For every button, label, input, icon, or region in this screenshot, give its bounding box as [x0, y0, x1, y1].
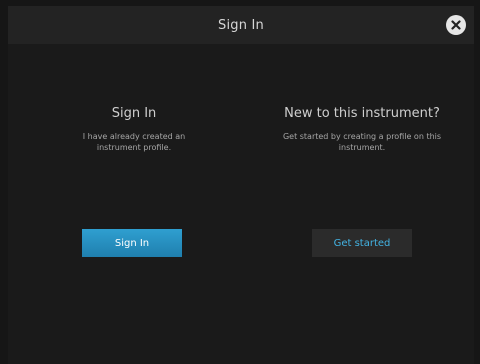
- close-button[interactable]: [446, 15, 466, 35]
- sign-in-section: Sign In I have already created an instru…: [34, 106, 234, 153]
- sign-in-dialog: Sign In Sign In I have already created a…: [0, 0, 480, 364]
- dialog-body: Sign In I have already created an instru…: [8, 44, 474, 364]
- new-user-heading: New to this instrument?: [284, 106, 440, 121]
- new-user-section: New to this instrument? Get started by c…: [262, 106, 462, 153]
- new-user-description: Get started by creating a profile on thi…: [282, 132, 442, 152]
- sign-in-button[interactable]: Sign In: [82, 229, 182, 257]
- sign-in-heading: Sign In: [111, 106, 157, 121]
- dialog-title: Sign In: [218, 17, 264, 33]
- sign-in-description: I have already created an instrument pro…: [82, 132, 186, 152]
- close-icon: [451, 20, 461, 30]
- get-started-button[interactable]: Get started: [312, 229, 412, 257]
- dialog-header: Sign In: [8, 6, 474, 44]
